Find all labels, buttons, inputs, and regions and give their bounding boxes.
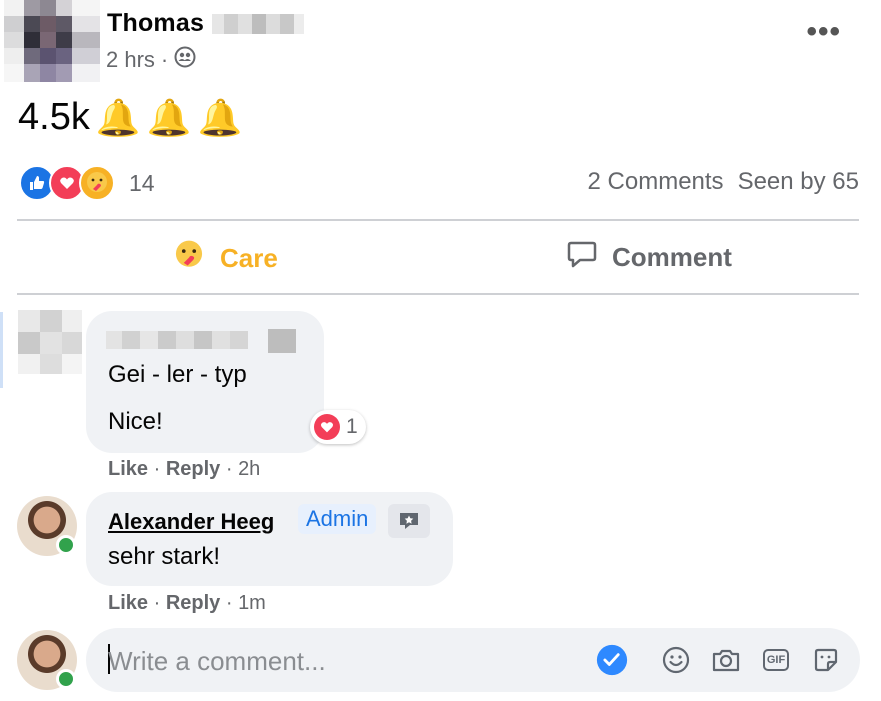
highlight-bar xyxy=(0,312,3,388)
comment-actions: Like · Reply · 1m xyxy=(108,592,266,614)
emoji-icon[interactable] xyxy=(660,644,692,676)
online-status-dot xyxy=(56,669,76,689)
comment-time[interactable]: 1m xyxy=(238,592,266,614)
care-reaction-icon xyxy=(172,238,206,279)
comment-text: Gei - ler - typ xyxy=(108,361,247,388)
comment-input[interactable]: Write a comment... GIF xyxy=(86,628,860,692)
comment-text: sehr stark! xyxy=(108,543,221,570)
care-button[interactable]: Care xyxy=(172,238,278,279)
comment-text: Nice! xyxy=(108,408,163,435)
reaction-summary[interactable]: 14 xyxy=(19,165,155,201)
camera-icon[interactable] xyxy=(710,644,742,676)
reply-link[interactable]: Reply xyxy=(166,592,220,614)
comment-input-placeholder: Write a comment... xyxy=(108,646,326,676)
reply-link[interactable]: Reply xyxy=(166,458,220,480)
comment-reaction-badge[interactable]: 1 xyxy=(310,410,366,444)
care-icon xyxy=(79,165,115,201)
meta-separator: · xyxy=(160,47,169,72)
comment-button-label: Comment xyxy=(612,242,732,272)
audience-group-icon[interactable] xyxy=(174,46,196,74)
comment-time[interactable]: 2h xyxy=(238,458,260,480)
admin-badge: Admin xyxy=(298,504,377,534)
like-link[interactable]: Like xyxy=(108,458,148,480)
commenter-avatar[interactable] xyxy=(18,310,82,374)
like-link[interactable]: Like xyxy=(108,592,148,614)
gif-label: GIF xyxy=(763,649,789,671)
post-text: 4.5k xyxy=(18,96,90,138)
bell-icon: 🔔 xyxy=(146,96,192,138)
care-button-label: Care xyxy=(220,243,278,273)
comment-reaction-count: 1 xyxy=(346,415,358,438)
comment-bubble: Alexander Heeg Admin sehr stark! xyxy=(86,492,453,586)
post-stats: 2 Comments Seen by 65 xyxy=(588,168,859,196)
post-time[interactable]: 2 hrs xyxy=(106,47,155,73)
comment-author-name[interactable]: Alexander Heeg xyxy=(108,509,274,535)
comments-count-link[interactable]: 2 Comments xyxy=(588,168,724,196)
commenter-name-redacted[interactable] xyxy=(106,329,296,353)
love-icon xyxy=(314,414,340,440)
author-avatar[interactable] xyxy=(4,0,100,82)
sticker-icon[interactable] xyxy=(810,644,842,676)
seen-by-link[interactable]: Seen by 65 xyxy=(738,168,859,196)
divider xyxy=(17,219,859,221)
author-name-redacted xyxy=(212,10,304,40)
post-author-name[interactable]: Thomas xyxy=(107,9,204,38)
comment-icon xyxy=(566,238,598,277)
post-meta: 2 hrs · xyxy=(106,46,196,74)
admin-star-badge xyxy=(388,504,430,538)
post-body: 4.5k 🔔 🔔 🔔 xyxy=(18,96,242,139)
gif-icon[interactable]: GIF xyxy=(760,644,792,676)
bell-icon: 🔔 xyxy=(95,96,141,138)
comment-actions: Like · Reply · 2h xyxy=(108,458,261,480)
more-options-button[interactable]: ••• xyxy=(806,17,841,47)
divider xyxy=(17,293,859,295)
reaction-count: 14 xyxy=(129,169,155,196)
comment-button[interactable]: Comment xyxy=(566,238,732,277)
bell-icon: 🔔 xyxy=(197,96,243,138)
check-icon[interactable] xyxy=(596,644,628,676)
online-status-dot xyxy=(56,535,76,555)
comment-bubble: Gei - ler - typ Nice! xyxy=(86,311,324,453)
